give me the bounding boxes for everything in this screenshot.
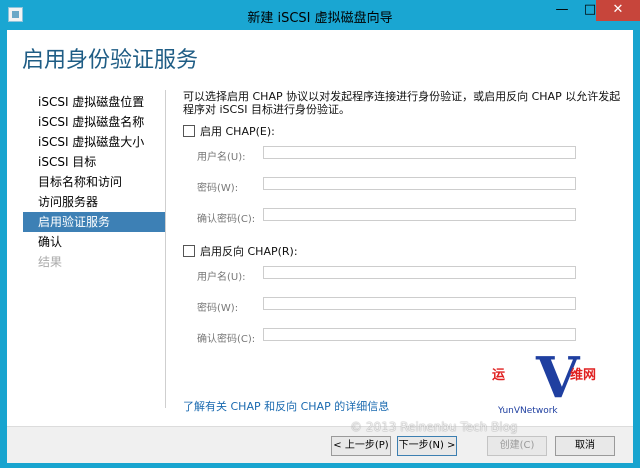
chap-confirm-field[interactable] [263,208,576,221]
chap-confirm-label: 确认密码(C): [197,214,256,225]
nav-divider [165,90,166,408]
chap-help-link[interactable]: 了解有关 CHAP 和反向 CHAP 的详细信息 [183,398,389,414]
reverse-chap-confirm-field[interactable] [263,328,576,341]
nav-item-disk-size[interactable]: iSCSI 虚拟磁盘大小 [23,132,165,152]
wizard-window: 新建 iSCSI 虚拟磁盘向导 — □ ✕ 启用身份验证服务 iSCSI 虚拟磁… [0,0,640,468]
wizard-nav: iSCSI 虚拟磁盘位置 iSCSI 虚拟磁盘名称 iSCSI 虚拟磁盘大小 i… [23,92,165,272]
nav-item-enable-auth[interactable]: 启用验证服务 [23,212,165,232]
enable-chap-label: 启用 CHAP(E): [200,125,275,138]
logo-text-left: 运 [492,368,506,383]
window-title: 新建 iSCSI 虚拟磁盘向导 [247,11,393,26]
chap-password-field[interactable] [263,177,576,190]
nav-item-access-servers[interactable]: 访问服务器 [23,192,165,212]
enable-chap-row[interactable]: 启用 CHAP(E): [183,123,275,139]
reverse-chap-username-field[interactable] [263,266,576,279]
close-button[interactable]: ✕ [596,0,640,21]
reverse-chap-password-label: 密码(W): [197,303,239,314]
wizard-footer: < 上一步(P) 下一步(N) > 创建(C) 取消 [7,426,633,463]
create-button: 创建(C) [487,436,547,456]
previous-button[interactable]: < 上一步(P) [331,436,391,456]
reverse-chap-confirm-label: 确认密码(C): [197,334,256,345]
site-logo: 运 V 维网 YunVNetwork [492,350,630,416]
nav-item-confirmation[interactable]: 确认 [23,232,165,252]
nav-item-results: 结果 [38,255,63,269]
enable-reverse-chap-label: 启用反向 CHAP(R): [200,245,298,258]
enable-chap-checkbox[interactable] [183,125,195,137]
minimize-button[interactable]: — [548,0,576,21]
description-text: 可以选择启用 CHAP 协议以对发起程序连接进行身份验证，或启用反向 CHAP … [183,90,621,116]
nav-item-target-name-access[interactable]: 目标名称和访问 [23,172,165,192]
page-title: 启用身份验证服务 [22,48,199,73]
chap-username-field[interactable] [263,146,576,159]
reverse-chap-password-field[interactable] [263,297,576,310]
nav-item-disk-name[interactable]: iSCSI 虚拟磁盘名称 [23,112,165,132]
cancel-button[interactable]: 取消 [555,436,615,456]
next-button[interactable]: 下一步(N) > [397,436,457,456]
nav-item-iscsi-target[interactable]: iSCSI 目标 [23,152,165,172]
nav-item-disk-location[interactable]: iSCSI 虚拟磁盘位置 [23,92,165,112]
logo-text-right: 维网 [570,368,597,383]
reverse-chap-username-label: 用户名(U): [197,272,246,283]
enable-reverse-chap-checkbox[interactable] [183,245,195,257]
logo-tagline: YunVNetwork [498,406,558,416]
title-bar[interactable]: 新建 iSCSI 虚拟磁盘向导 — □ ✕ [0,0,640,30]
enable-reverse-chap-row[interactable]: 启用反向 CHAP(R): [183,243,298,259]
chap-password-label: 密码(W): [197,183,239,194]
chap-username-label: 用户名(U): [197,152,246,163]
copyright-watermark: © 2013 Reinenbu Tech Blog [350,420,518,434]
